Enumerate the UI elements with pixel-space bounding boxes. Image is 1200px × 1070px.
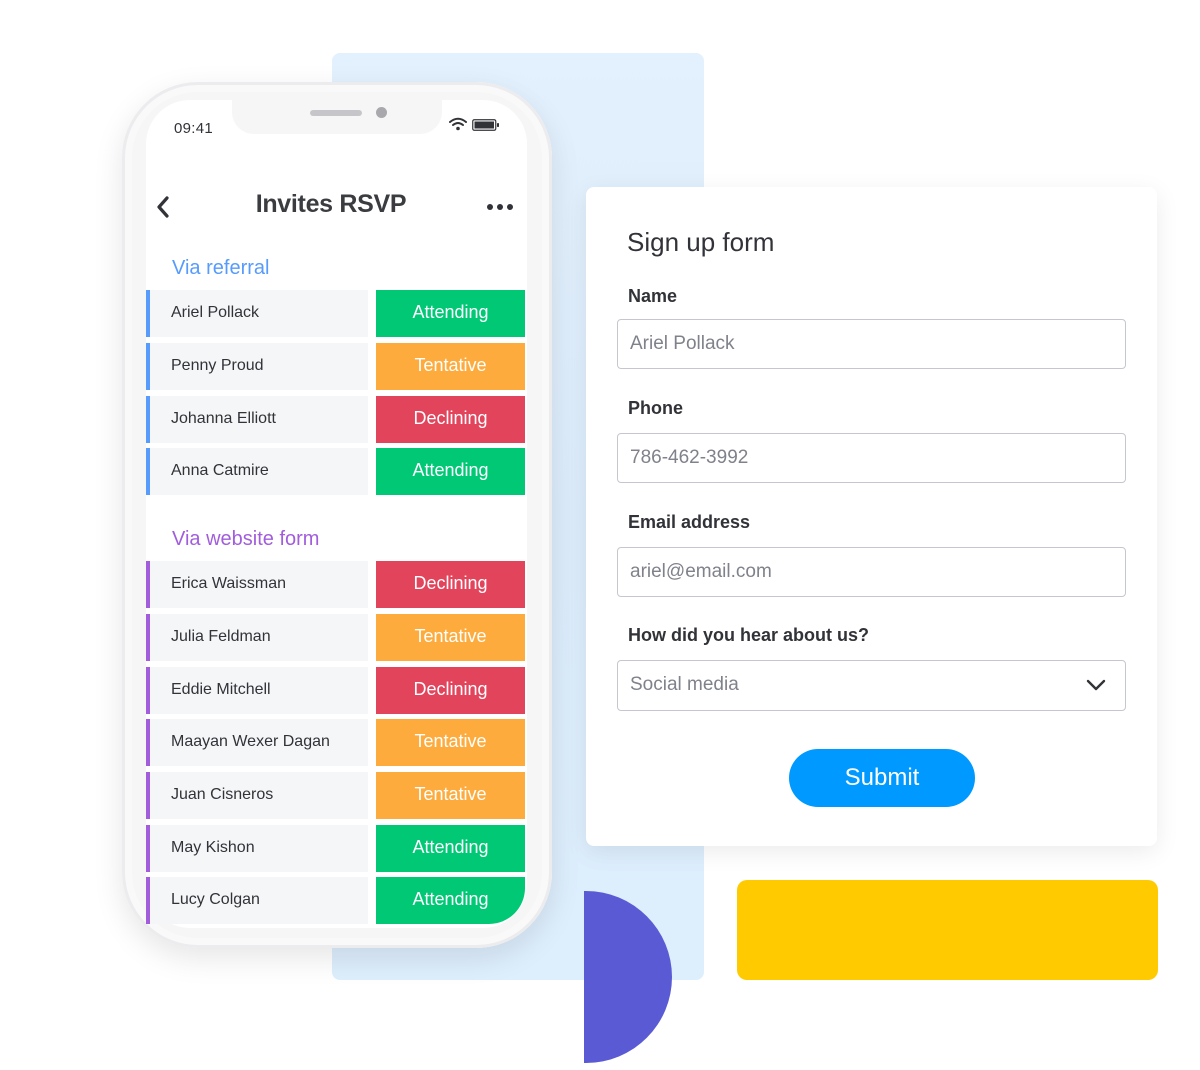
- name-input[interactable]: [617, 319, 1126, 369]
- page-title: Invites RSVP: [255, 190, 407, 218]
- rsvp-row[interactable]: Eddie Mitchell Declining: [146, 667, 527, 714]
- status-badge-declining[interactable]: Declining: [376, 561, 525, 608]
- form-title: Sign up form: [627, 227, 775, 257]
- status-badge-attending[interactable]: Attending: [376, 825, 525, 872]
- battery-icon: [472, 119, 499, 131]
- guest-name-cell[interactable]: Lucy Colgan: [146, 877, 368, 924]
- guest-name: Penny Proud: [171, 357, 264, 374]
- guest-name: Johanna Elliott: [171, 410, 276, 427]
- status-badge-tentative[interactable]: Tentative: [376, 343, 525, 390]
- guest-name-cell[interactable]: Julia Feldman: [146, 614, 368, 661]
- guest-name: Eddie Mitchell: [171, 681, 271, 698]
- guest-name-cell[interactable]: Maayan Wexer Dagan: [146, 719, 368, 766]
- rsvp-row[interactable]: Ariel Pollack Attending: [146, 290, 527, 337]
- source-select[interactable]: Social media: [617, 660, 1126, 711]
- guest-name: Julia Feldman: [171, 628, 271, 645]
- guest-name: Maayan Wexer Dagan: [171, 733, 330, 750]
- guest-name: Anna Catmire: [171, 462, 269, 479]
- phone-notch: [232, 100, 442, 134]
- email-label: Email address: [628, 512, 751, 532]
- phone-speaker: [310, 110, 362, 116]
- status-badge-declining[interactable]: Declining: [376, 667, 525, 714]
- more-options-button[interactable]: [484, 199, 516, 215]
- guest-name-cell[interactable]: May Kishon: [146, 825, 368, 872]
- guest-name: Ariel Pollack: [171, 304, 260, 321]
- rsvp-row[interactable]: May Kishon Attending: [146, 825, 527, 872]
- phone-input[interactable]: [617, 433, 1126, 483]
- name-label: Name: [628, 286, 678, 306]
- guest-name-cell[interactable]: Anna Catmire: [146, 448, 368, 495]
- guest-name-cell[interactable]: Johanna Elliott: [146, 396, 368, 443]
- back-button[interactable]: [152, 193, 176, 221]
- source-label: How did you hear about us?: [628, 625, 870, 645]
- rsvp-row[interactable]: Lucy Colgan Attending: [146, 877, 527, 924]
- wifi-icon: [449, 117, 467, 131]
- chevron-down-icon: [1086, 679, 1106, 691]
- email-input[interactable]: [617, 547, 1126, 597]
- group-title-referral: Via referral: [172, 257, 270, 279]
- rsvp-row[interactable]: Juan Cisneros Tentative: [146, 772, 527, 819]
- rsvp-row[interactable]: Maayan Wexer Dagan Tentative: [146, 719, 527, 766]
- source-select-value: Social media: [630, 674, 739, 695]
- chevron-left-icon: [157, 196, 169, 218]
- guest-name: Erica Waissman: [171, 575, 286, 592]
- status-badge-attending[interactable]: Attending: [376, 877, 525, 924]
- guest-name-cell[interactable]: Penny Proud: [146, 343, 368, 390]
- group-title-website: Via website form: [172, 528, 320, 550]
- guest-name: Lucy Colgan: [171, 891, 260, 908]
- status-badge-tentative[interactable]: Tentative: [376, 614, 525, 661]
- submit-button[interactable]: Submit: [789, 749, 975, 807]
- status-badge-tentative[interactable]: Tentative: [376, 772, 525, 819]
- rsvp-row[interactable]: Julia Feldman Tentative: [146, 614, 527, 661]
- guest-name: May Kishon: [171, 839, 255, 856]
- phone-label: Phone: [628, 398, 684, 418]
- status-badge-attending[interactable]: Attending: [376, 290, 525, 337]
- rsvp-row[interactable]: Penny Proud Tentative: [146, 343, 527, 390]
- rsvp-row[interactable]: Johanna Elliott Declining: [146, 396, 527, 443]
- more-horizontal-icon: [487, 204, 513, 210]
- phone-camera: [376, 107, 387, 118]
- status-time: 09:41: [174, 120, 214, 137]
- rsvp-row[interactable]: Erica Waissman Declining: [146, 561, 527, 608]
- guest-name-cell[interactable]: Ariel Pollack: [146, 290, 368, 337]
- guest-name-cell[interactable]: Juan Cisneros: [146, 772, 368, 819]
- status-badge-attending[interactable]: Attending: [376, 448, 525, 495]
- status-badge-tentative[interactable]: Tentative: [376, 719, 525, 766]
- guest-name: Juan Cisneros: [171, 786, 274, 803]
- guest-name-cell[interactable]: Erica Waissman: [146, 561, 368, 608]
- rsvp-row[interactable]: Anna Catmire Attending: [146, 448, 527, 495]
- decorative-yellow-block: [737, 880, 1158, 980]
- guest-name-cell[interactable]: Eddie Mitchell: [146, 667, 368, 714]
- status-badge-declining[interactable]: Declining: [376, 396, 525, 443]
